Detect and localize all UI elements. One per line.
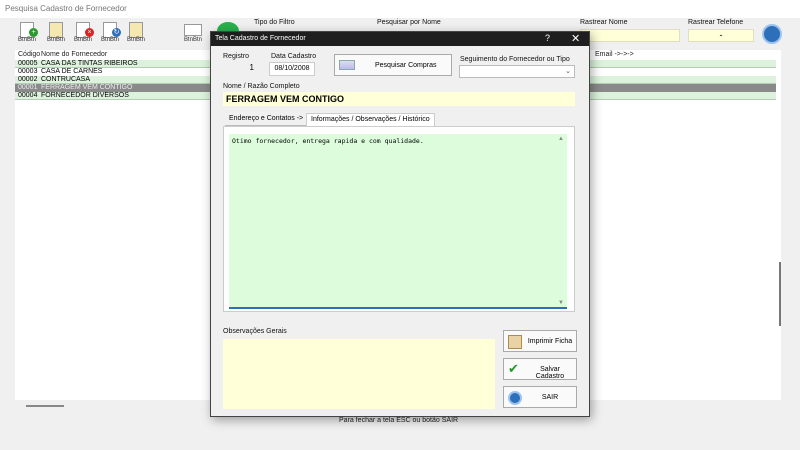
- pesquisar-nome-label: Pesquisar por Nome: [377, 19, 441, 26]
- scroll-down-icon[interactable]: ▼: [558, 300, 564, 306]
- checkmark-icon: ✔: [508, 361, 519, 376]
- email-icon: [184, 24, 202, 36]
- toolbar-add-button[interactable]: + BtnBtn: [14, 21, 40, 47]
- row-code: 00001: [18, 84, 38, 91]
- close-icon[interactable]: ✕: [571, 32, 580, 45]
- rastrear-nome-input[interactable]: [580, 29, 680, 42]
- row-name: CONTRUCASA: [41, 76, 91, 83]
- toolbar-edit-button[interactable]: BtnBtn: [43, 21, 69, 47]
- imprimir-ficha-button[interactable]: Imprimir Ficha: [503, 330, 577, 352]
- button-label: Pesquisar Compras: [375, 62, 437, 69]
- row-code: 00005: [18, 60, 38, 67]
- rastrear-telefone-label: Rastrear Telefone: [688, 19, 744, 26]
- toolbar-delete-button[interactable]: × BtnBtn: [70, 21, 96, 47]
- exit-icon: [508, 391, 522, 405]
- footer-hint: Para fechar a tela ESC ou botão SAIR: [339, 417, 459, 424]
- delete-icon: ×: [85, 28, 94, 37]
- pesquisar-compras-button[interactable]: Pesquisar Compras: [334, 54, 452, 76]
- button-label: Salvar Cadastro: [535, 366, 565, 380]
- column-header: Email ->->->: [595, 51, 634, 58]
- nome-input[interactable]: FERRAGEM VEM CONTIGO: [223, 92, 575, 106]
- row-code: 00003: [18, 68, 38, 75]
- segmento-select[interactable]: ⌄: [459, 65, 575, 78]
- salvar-cadastro-button[interactable]: ✔ Salvar Cadastro: [503, 358, 577, 380]
- row-code: 00002: [18, 76, 38, 83]
- dialog-title: Tela Cadastro de Fornecedor: [215, 35, 306, 42]
- nome-label: Nome / Razão Completo: [223, 83, 300, 90]
- observacoes-gerais-label: Observações Gerais: [223, 328, 287, 335]
- vertical-scrollbar[interactable]: [779, 262, 781, 326]
- cadastro-dialog: Tela Cadastro de Fornecedor ? ✕ Registro…: [210, 31, 590, 417]
- tipo-filtro-label: Tipo do Filtro: [254, 19, 295, 26]
- refresh-icon: ↻: [112, 28, 121, 37]
- column-header: Código: [18, 51, 41, 58]
- window-title: Pesquisa Cadastro de Fornecedor: [5, 4, 127, 13]
- toolbar-email-button[interactable]: BtnBtn: [180, 21, 206, 47]
- button-label: SAIR: [541, 394, 559, 401]
- rastrear-nome-label: Rastrear Nome: [580, 19, 628, 26]
- print-icon: [508, 335, 522, 349]
- horizontal-scrollbar[interactable]: [26, 405, 64, 407]
- segmento-label: Seguimento do Fornecedor ou Tipo: [460, 56, 570, 63]
- registro-value: 1: [223, 62, 258, 76]
- rastrear-telefone-input[interactable]: -: [688, 29, 754, 42]
- pencil-icon: [49, 22, 63, 38]
- data-cadastro-field[interactable]: 08/10/2008: [269, 62, 315, 76]
- observacoes-textarea[interactable]: Otimo fornecedor, entrega rapida e com q…: [229, 134, 567, 309]
- row-code: 00004: [18, 92, 38, 99]
- chevron-down-icon: ⌄: [565, 68, 571, 75]
- data-cadastro-label: Data Cadastro: [271, 53, 317, 60]
- registro-label: Registro: [223, 53, 250, 60]
- observacoes-gerais-textarea[interactable]: [223, 339, 495, 409]
- toolbar-print-button[interactable]: BtnBtn: [123, 21, 149, 47]
- plus-icon: +: [29, 28, 38, 37]
- help-icon[interactable]: ?: [545, 33, 550, 43]
- row-name: CASA DE CARNES: [41, 68, 103, 75]
- row-name: FERRAGEM VEM CONTIGO: [41, 84, 133, 91]
- button-label: Imprimir Ficha: [527, 338, 573, 345]
- sair-button[interactable]: SAIR: [503, 386, 577, 408]
- toolbar-refresh-button[interactable]: ↻ BtnBtn: [97, 21, 123, 47]
- calculator-icon: [339, 60, 355, 70]
- row-name: CASA DAS TINTAS RIBEIROS: [41, 60, 138, 67]
- exit-icon[interactable]: [762, 24, 782, 44]
- row-name: FORNECEDOR DIVERSOS: [41, 92, 129, 99]
- column-header: Nome do Fornecedor: [41, 51, 108, 58]
- tab-informacoes[interactable]: Informações / Observações / Histórico: [306, 113, 435, 126]
- scroll-up-icon[interactable]: ▲: [558, 136, 564, 142]
- tab-endereco[interactable]: Endereço e Contatos ->: [225, 113, 308, 126]
- print-icon: [129, 22, 143, 38]
